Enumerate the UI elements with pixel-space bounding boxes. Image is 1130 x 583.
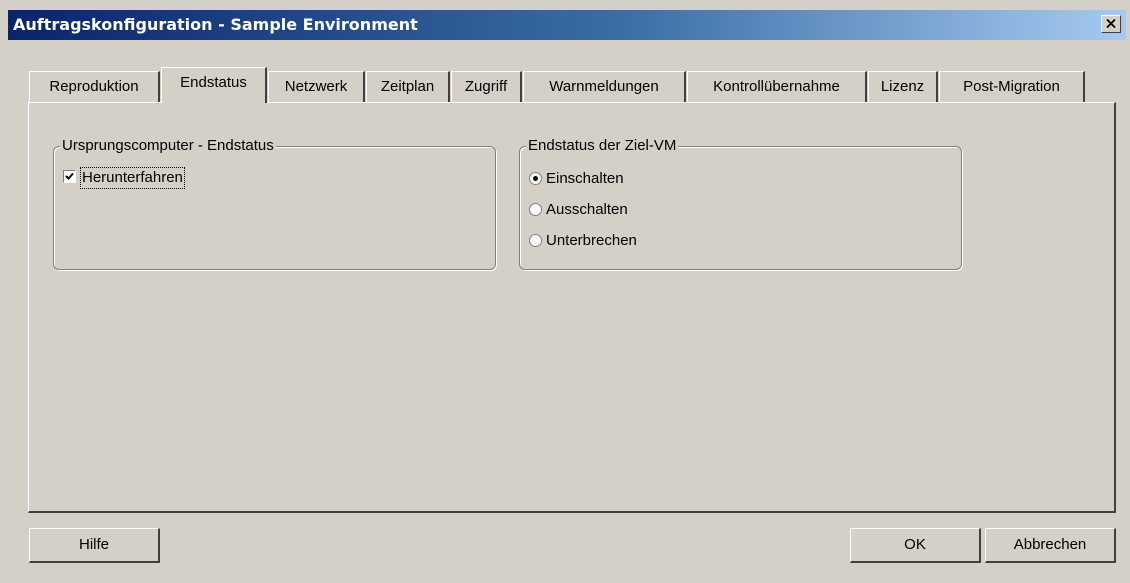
tab-label: Zugriff: [464, 78, 508, 95]
radio-button[interactable]: [529, 203, 542, 216]
shutdown-label: Herunterfahren: [80, 167, 185, 189]
tab-lizenz[interactable]: Lizenz: [868, 71, 938, 102]
tab-zugriff[interactable]: Zugriff: [451, 71, 522, 102]
source-endstatus-group: Ursprungscomputer - Endstatus Herunterfa…: [53, 137, 496, 270]
checkbox-box[interactable]: [63, 170, 76, 183]
checkmark-icon: [65, 172, 74, 180]
target-group-legend: Endstatus der Ziel-VM: [526, 137, 679, 155]
tab-panel-endstatus: Ursprungscomputer - Endstatus Herunterfa…: [28, 102, 1116, 513]
tab-label: Kontrollübernahme: [713, 78, 840, 95]
target-vm-endstatus-group: Endstatus der Ziel-VM Einschalten Aussch…: [519, 137, 962, 270]
tab-zeitplan[interactable]: Zeitplan: [366, 71, 450, 102]
cancel-button[interactable]: Abbrechen: [985, 528, 1116, 563]
tab-warnmeldungen[interactable]: Warnmeldungen: [523, 71, 686, 102]
radio-label: Unterbrechen: [546, 232, 637, 249]
help-button[interactable]: Hilfe: [29, 528, 160, 563]
radio-label: Ausschalten: [546, 201, 628, 218]
close-icon: [1106, 19, 1116, 28]
tab-label: Lizenz: [880, 78, 925, 95]
tab-label: Endstatus: [180, 74, 247, 91]
tab-endstatus[interactable]: Endstatus: [161, 67, 267, 103]
tab-post-migration[interactable]: Post-Migration: [939, 71, 1085, 102]
radio-selected-dot: [533, 176, 538, 181]
tab-reproduktion[interactable]: Reproduktion: [29, 71, 160, 102]
tab-label: Warnmeldungen: [549, 78, 659, 95]
source-group-legend: Ursprungscomputer - Endstatus: [60, 137, 276, 155]
ok-button[interactable]: OK: [850, 528, 981, 563]
close-button[interactable]: [1101, 15, 1121, 33]
tab-label: Netzwerk: [284, 78, 348, 95]
tab-kontrolluebernahme[interactable]: Kontrollübernahme: [687, 71, 867, 102]
tab-label: Post-Migration: [963, 78, 1060, 95]
radio-button[interactable]: [529, 234, 542, 247]
radio-label: Einschalten: [546, 170, 624, 187]
radio-button[interactable]: [529, 172, 542, 185]
tab-label: Zeitplan: [380, 78, 435, 95]
title-bar: Auftragskonfiguration - Sample Environme…: [8, 10, 1126, 40]
tab-label: Reproduktion: [49, 78, 139, 95]
window-title: Auftragskonfiguration - Sample Environme…: [13, 15, 418, 34]
tab-netzwerk[interactable]: Netzwerk: [268, 71, 365, 102]
